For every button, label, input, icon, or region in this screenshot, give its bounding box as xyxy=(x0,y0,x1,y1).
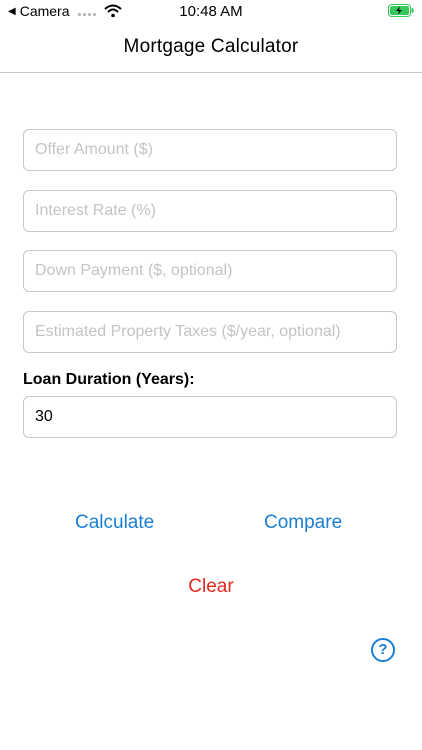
page-title: Mortgage Calculator xyxy=(123,36,299,57)
down-payment-field[interactable]: Down Payment ($, optional) xyxy=(23,250,397,292)
calculate-button[interactable]: Calculate xyxy=(75,512,154,534)
battery-charging-icon xyxy=(388,4,414,17)
help-icon[interactable]: ? xyxy=(371,638,395,662)
offer-amount-field[interactable]: Offer Amount ($) xyxy=(23,129,397,171)
property-taxes-field[interactable]: Estimated Property Taxes ($/year, option… xyxy=(23,311,397,353)
loan-duration-field[interactable]: 30 xyxy=(23,396,397,438)
interest-rate-field[interactable]: Interest Rate (%) xyxy=(23,190,397,232)
compare-button[interactable]: Compare xyxy=(264,512,342,534)
clear-button[interactable]: Clear xyxy=(181,576,241,598)
status-time: 10:48 AM xyxy=(179,3,243,20)
status-bar: ◀ Camera 10:48 AM xyxy=(0,0,422,24)
navigation-bar: Mortgage Calculator xyxy=(0,24,422,73)
loan-duration-label: Loan Duration (Years): xyxy=(23,371,195,388)
